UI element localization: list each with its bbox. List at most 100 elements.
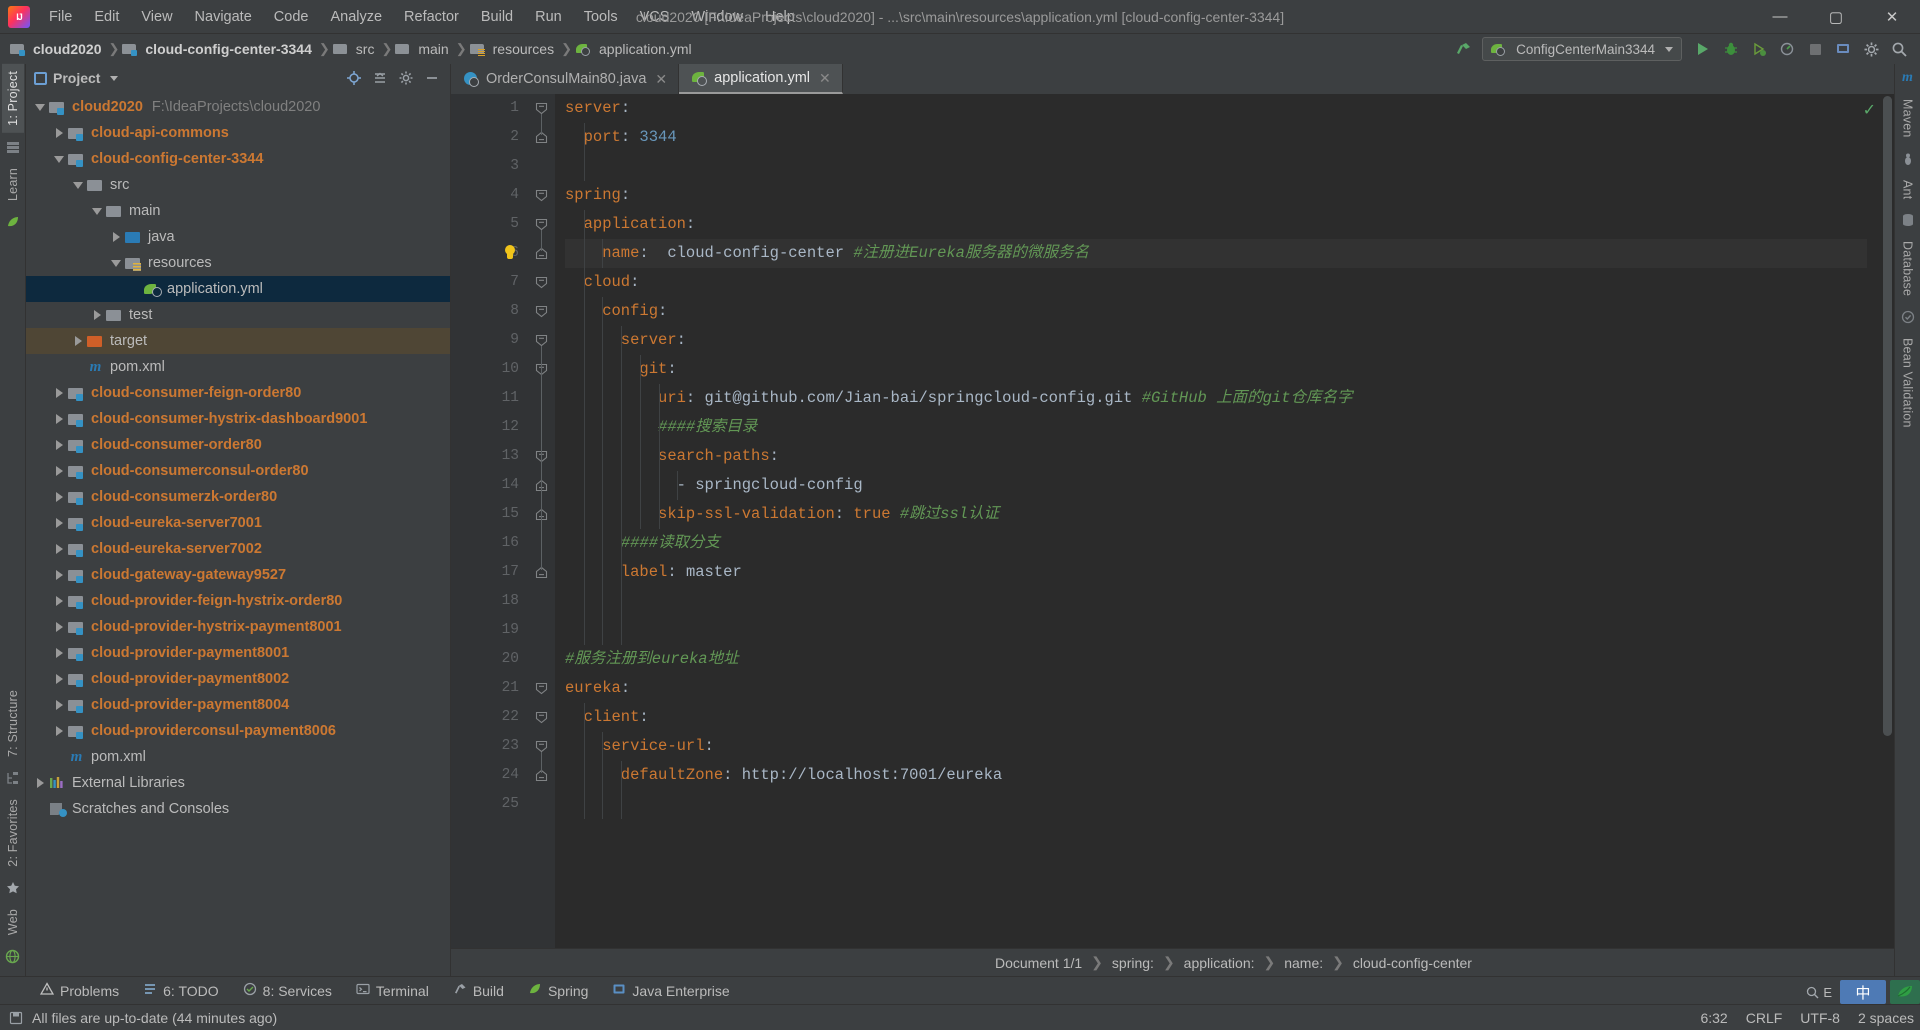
breadcrumb-resources[interactable]: resources [469,39,557,59]
breadcrumb-project[interactable]: cloud2020 [10,39,104,59]
sidebar-item-structure[interactable]: 7: Structure [2,683,24,764]
spring-leaf-icon[interactable] [5,214,21,230]
search-icon[interactable] [1886,37,1912,61]
tool-button-problems[interactable]: Problems [30,980,129,1001]
tool-button-todo[interactable]: 6: TODO [133,980,229,1001]
tree-node-cloud-provider-payment8004[interactable]: cloud-provider-payment8004 [26,692,450,718]
chevron-right-icon[interactable] [51,518,67,528]
close-button[interactable]: ✕ [1864,0,1920,33]
chevron-down-icon[interactable] [89,207,105,215]
editor-tab-application-yml[interactable]: application.yml ✕ [679,64,843,94]
sidebar-item-favorites[interactable]: 2: Favorites [2,792,24,874]
database-icon[interactable] [1900,212,1916,228]
menu-item-navigate[interactable]: Navigate [184,5,263,29]
inspection-status-icon[interactable]: ✓ [1863,100,1876,120]
sidebar-item-bean-validation[interactable]: Bean Validation [1897,331,1919,435]
close-icon[interactable]: ✕ [653,71,669,88]
menu-item-window[interactable]: Window [680,5,754,29]
chevron-down-icon[interactable] [32,103,48,111]
code-line[interactable]: port: 3344 [565,123,1867,152]
tree-node-cloud-gateway-gateway9527[interactable]: cloud-gateway-gateway9527 [26,562,450,588]
ime-language-indicator[interactable]: 中 [1840,980,1886,1004]
chevron-down-icon[interactable] [1665,46,1673,52]
tree-node-external-libraries[interactable]: External Libraries [26,770,450,796]
editor-tab-orderconsulmain80[interactable]: OrderConsulMain80.java ✕ [451,64,680,94]
code-line[interactable]: ####搜索目录 [565,413,1867,442]
breadcrumb-module[interactable]: cloud-config-center-3344 [122,39,314,59]
run-with-coverage-icon[interactable] [1746,37,1772,61]
chevron-right-icon[interactable] [51,466,67,476]
sidebar-item-maven[interactable]: Maven [1897,92,1919,145]
code-line[interactable] [565,790,1867,819]
code-line[interactable]: label: master [565,558,1867,587]
sidebar-item-web[interactable]: Web [2,902,24,942]
chevron-right-icon[interactable] [51,440,67,450]
line-number[interactable]: 5 [451,210,529,239]
code-line[interactable]: skip-ssl-validation: true #跳过ssl认证 [565,500,1867,529]
tree-node-main[interactable]: main [26,198,450,224]
breadcrumb-src[interactable]: src [332,39,378,59]
globe-icon[interactable] [5,948,21,964]
save-all-icon[interactable] [8,1010,24,1026]
chevron-right-icon[interactable] [51,128,67,138]
breadcrumb-spring[interactable]: spring: [1108,954,1158,972]
line-number[interactable]: 21 [451,674,529,703]
menu-item-vcs[interactable]: VCS [629,5,681,29]
line-number[interactable]: 23 [451,732,529,761]
tree-node-cloud-provider-payment8002[interactable]: cloud-provider-payment8002 [26,666,450,692]
caret-position[interactable]: 6:32 [1700,1010,1727,1026]
breadcrumb-value[interactable]: cloud-config-center [1349,954,1476,972]
chevron-right-icon[interactable] [108,232,124,242]
code-line[interactable]: client: [565,703,1867,732]
chevron-down-icon[interactable] [108,259,124,267]
code-line[interactable] [565,616,1867,645]
code-line[interactable]: server: [565,326,1867,355]
sidebar-item-ant[interactable]: Ant [1897,173,1919,206]
code-line[interactable]: ####读取分支 [565,529,1867,558]
menu-item-run[interactable]: Run [524,5,573,29]
chevron-right-icon[interactable] [51,596,67,606]
menu-item-refactor[interactable]: Refactor [393,5,470,29]
line-number[interactable]: 17 [451,558,529,587]
tree-node-cloud-consumer-hystrix-dashboard9001[interactable]: cloud-consumer-hystrix-dashboard9001 [26,406,450,432]
line-number[interactable]: 25 [451,790,529,819]
tree-node-cloud-consumerzk-order80[interactable]: cloud-consumerzk-order80 [26,484,450,510]
line-number[interactable]: 11 [451,384,529,413]
fold-collapse-icon[interactable] [535,305,548,318]
menu-item-code[interactable]: Code [263,5,320,29]
ant-icon[interactable] [1900,151,1916,167]
menu-item-tools[interactable]: Tools [573,5,629,29]
tree-node-application-yml[interactable]: application.yml [26,276,450,302]
breadcrumb-name[interactable]: name: [1280,954,1327,972]
chevron-right-icon[interactable] [70,336,86,346]
code-line[interactable] [565,587,1867,616]
line-number[interactable]: 10 [451,355,529,384]
maximize-button[interactable]: ▢ [1808,0,1864,33]
tree-node-cloud-consumer-feign-order80[interactable]: cloud-consumer-feign-order80 [26,380,450,406]
tree-node-target[interactable]: target [26,328,450,354]
code-scroll-region[interactable]: server: port: 3344 spring: application: … [555,94,1867,948]
stop-icon[interactable] [1802,37,1828,61]
code-line[interactable]: application: [565,210,1867,239]
line-number[interactable]: 19 [451,616,529,645]
chevron-right-icon[interactable] [32,778,48,788]
breadcrumb-file[interactable]: application.yml [575,39,695,59]
line-number[interactable]: 2 [451,123,529,152]
chevron-right-icon[interactable] [51,726,67,736]
line-number[interactable]: 18 [451,587,529,616]
line-number[interactable]: 16 [451,529,529,558]
code-line[interactable]: service-url: [565,732,1867,761]
structure-icon[interactable] [5,770,21,786]
settings-gear-icon[interactable] [394,67,418,89]
code-editor[interactable]: 1 2 3 4 5 6 7 8 9 10 11 12 13 14 15 16 17 18 19 20 21 22 23 24 2… [451,94,1894,948]
debug-icon[interactable] [1718,37,1744,61]
tool-button-java-enterprise[interactable]: Java Enterprise [602,980,739,1001]
run-configuration-selector[interactable]: ConfigCenterMain3344 [1482,37,1682,61]
chevron-right-icon[interactable] [51,674,67,684]
close-icon[interactable]: ✕ [817,70,833,87]
code-content[interactable]: server: port: 3344 spring: application: … [555,94,1867,819]
tool-button-services[interactable]: 8: Services [233,980,342,1001]
tree-node-resources[interactable]: resources [26,250,450,276]
window-controls[interactable]: — ▢ ✕ [1752,0,1920,33]
menu-item-edit[interactable]: Edit [83,5,130,29]
